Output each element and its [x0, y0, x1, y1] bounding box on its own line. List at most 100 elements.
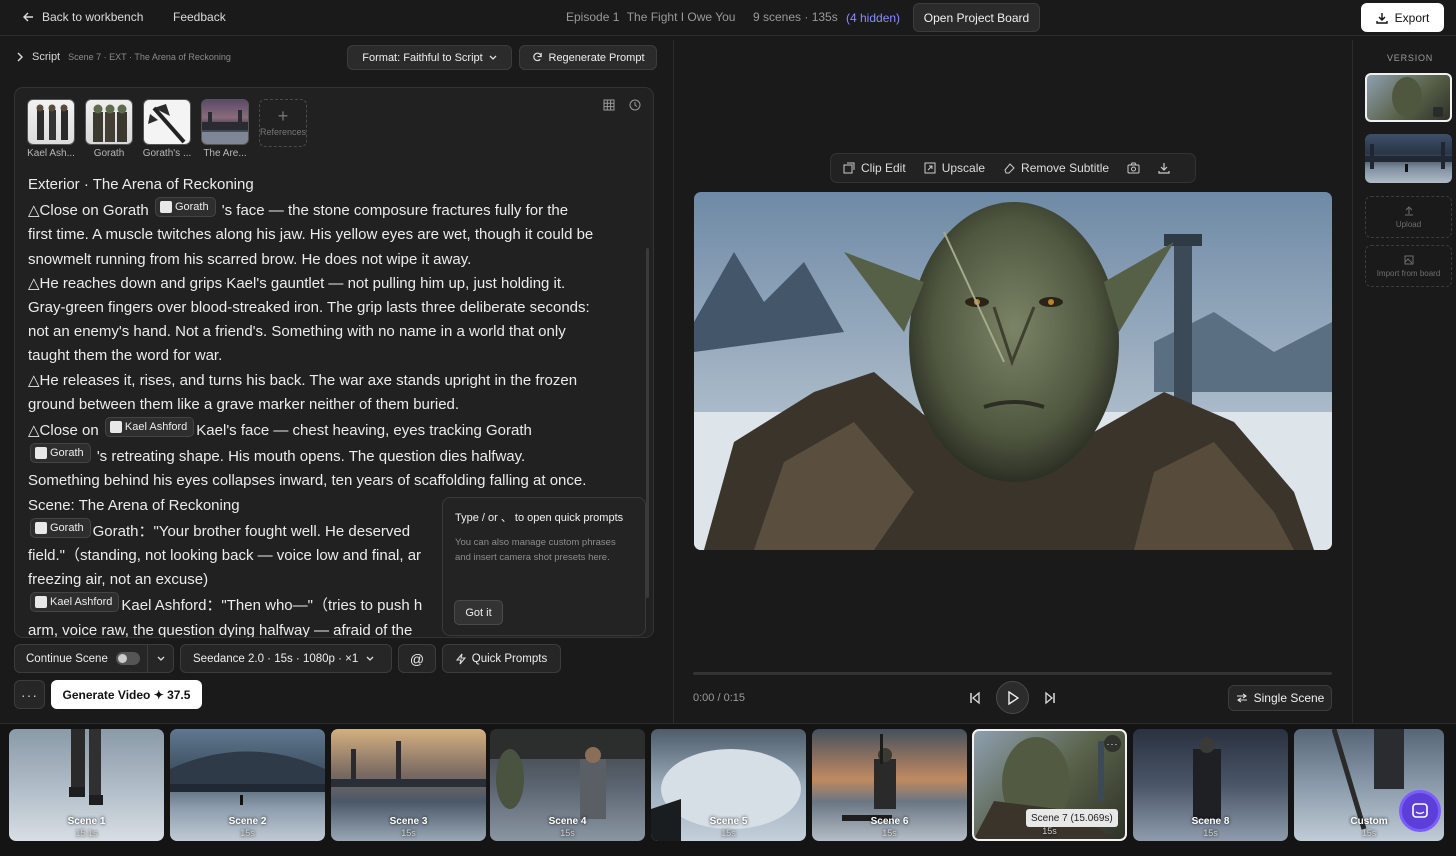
- scene-duration: 15s: [240, 828, 255, 838]
- preview-frame: [694, 192, 1332, 550]
- references-add-label: References: [259, 127, 307, 137]
- character-icon: [109, 421, 122, 434]
- top-bar: Back to workbench Feedback Episode 1 The…: [0, 0, 1456, 36]
- character-tag-kael[interactable]: Kael Ashford: [104, 417, 195, 438]
- chat-support-button[interactable]: [1399, 790, 1441, 832]
- scene-card-4[interactable]: Scene 4 15s: [490, 729, 645, 841]
- script-text: △Close on Gorath: [28, 202, 149, 220]
- reference-label: Gorath's ...: [142, 148, 192, 159]
- reference-gorath[interactable]: Gorath: [85, 99, 133, 159]
- format-dropdown[interactable]: Format: Faithful to Script: [347, 45, 512, 70]
- reference-gorath-axe[interactable]: Gorath's ...: [143, 99, 191, 159]
- chevron-right-icon: [17, 52, 23, 62]
- format-label: Format: Faithful to Script: [362, 51, 483, 64]
- reference-arena[interactable]: The Are...: [201, 99, 249, 159]
- references-row: Kael Ash... Gorath Gorath's ... The Are.…: [27, 99, 307, 159]
- clip-edit-button[interactable]: Clip Edit: [843, 161, 906, 175]
- scene-duration: 15s: [882, 828, 897, 838]
- import-from-board-button[interactable]: Import from board: [1365, 245, 1452, 287]
- character-tag-gorath[interactable]: Gorath: [30, 443, 91, 464]
- history-icon[interactable]: [629, 99, 641, 111]
- script-text: Kael's face — chest heaving, eyes tracki…: [196, 422, 532, 440]
- regenerate-prompt-button[interactable]: Regenerate Prompt: [519, 45, 657, 70]
- reference-kael[interactable]: Kael Ash...: [27, 99, 75, 159]
- playback-progress-bar[interactable]: [693, 672, 1332, 675]
- scrollbar[interactable]: [646, 248, 649, 598]
- version-thumb[interactable]: [1365, 134, 1452, 183]
- script-line: taught them the word for war.: [28, 347, 223, 365]
- scene-card-8[interactable]: Scene 8 15s: [1133, 729, 1288, 841]
- character-tag-gorath[interactable]: Gorath: [154, 197, 216, 218]
- feedback-link[interactable]: Feedback: [173, 10, 226, 24]
- scene-name: Scene 6: [870, 816, 909, 827]
- quick-prompts-button[interactable]: Quick Prompts: [442, 644, 561, 673]
- import-label: Import from board: [1376, 268, 1441, 278]
- character-tag-gorath[interactable]: Gorath: [30, 517, 91, 538]
- remove-subtitle-button[interactable]: Remove Subtitle: [1003, 161, 1109, 175]
- tag-label: Gorath: [174, 201, 209, 214]
- model-selector[interactable]: Seedance 2.0 · 15s · 1080p · ×1: [180, 644, 392, 673]
- remove-subtitle-label: Remove Subtitle: [1021, 161, 1110, 175]
- tip-body: You can also manage custom phrases and i…: [455, 537, 616, 563]
- play-button[interactable]: [996, 681, 1029, 714]
- arrow-left-icon: [23, 12, 33, 22]
- version-title: VERSION: [1387, 53, 1434, 63]
- scene-card-2[interactable]: Scene 2 15s: [170, 729, 325, 841]
- scene-card-5[interactable]: Scene 5 15s: [651, 729, 806, 841]
- upload-button[interactable]: Upload: [1365, 196, 1452, 238]
- more-options-button[interactable]: ···: [14, 680, 45, 709]
- scene-duration: 15s: [1203, 828, 1218, 838]
- add-reference-button[interactable]: + References: [259, 99, 307, 159]
- grid-icon[interactable]: [603, 99, 615, 111]
- chevron-down-icon: [366, 656, 374, 661]
- continue-scene-toggle[interactable]: Continue Scene: [14, 644, 148, 673]
- mention-button[interactable]: @: [398, 644, 436, 673]
- episode-title: Episode 1 The Fight I Owe You: [566, 10, 735, 24]
- camera-icon[interactable]: [1127, 162, 1140, 174]
- script-text: 's face — the stone composure fractures …: [221, 202, 569, 220]
- scene-duration: 15s: [1042, 826, 1057, 836]
- upscale-button[interactable]: Upscale: [924, 161, 985, 175]
- scene-card-1[interactable]: Scene 1 15.1s: [9, 729, 164, 841]
- video-preview[interactable]: [694, 192, 1332, 550]
- single-scene-button[interactable]: Single Scene: [1228, 685, 1332, 711]
- script-text: △Close on: [28, 422, 99, 440]
- open-project-board-button[interactable]: Open Project Board: [913, 3, 1040, 32]
- version-preview: [1365, 142, 1452, 172]
- scene-name: Scene 3: [389, 816, 428, 827]
- upscale-label: Upscale: [941, 161, 986, 175]
- skip-forward-icon[interactable]: [1043, 691, 1057, 705]
- scene-name: Scene 5: [709, 816, 748, 827]
- scene-duration: 15s: [560, 828, 575, 838]
- playback-time: 0:00 / 0:15: [693, 692, 745, 704]
- scene-name: Scene 2: [228, 816, 267, 827]
- script-line: Exterior · The Arena of Reckoning: [28, 176, 254, 193]
- add-reference-box: + References: [259, 99, 307, 147]
- character-tag-kael[interactable]: Kael Ashford: [30, 592, 120, 613]
- back-to-workbench-link[interactable]: Back to workbench: [22, 10, 143, 24]
- script-line: △He releases it, rises, and turns his ba…: [28, 371, 578, 389]
- skip-back-icon[interactable]: [968, 691, 982, 705]
- toggle-switch[interactable]: [115, 652, 140, 665]
- scene-card-6[interactable]: Scene 6 15s: [812, 729, 967, 841]
- download-icon[interactable]: [1158, 162, 1170, 174]
- export-button[interactable]: Export: [1361, 3, 1444, 32]
- tip-title: Type / or 、 to open quick prompts: [455, 512, 624, 524]
- generate-video-button[interactable]: Generate Video ✦ 37.5: [51, 680, 202, 709]
- version-preview: [1392, 77, 1443, 117]
- episode-name: The Fight I Owe You: [626, 10, 736, 24]
- plus-icon: +: [277, 106, 289, 126]
- upload-label: Upload: [1395, 219, 1422, 229]
- got-it-button[interactable]: Got it: [454, 600, 503, 625]
- scene-more-button[interactable]: ···: [1104, 735, 1121, 752]
- script-breadcrumb[interactable]: Script Scene 7 · EXT · The Arena of Reck…: [16, 51, 231, 63]
- preview-toolbar: Clip Edit Upscale Remove Subtitle: [830, 153, 1196, 183]
- reference-thumb: [85, 99, 133, 146]
- chat-icon: [1412, 803, 1428, 818]
- hidden-scenes-link[interactable]: (4 hidden): [846, 11, 900, 25]
- scene-card-3[interactable]: Scene 3 15s: [331, 729, 486, 841]
- clip-edit-label: Clip Edit: [861, 161, 906, 175]
- continue-scene-dropdown[interactable]: [147, 644, 174, 673]
- version-thumb-active[interactable]: [1365, 73, 1452, 122]
- script-line: not an enemy's hand. Not a friend's. Som…: [28, 323, 566, 341]
